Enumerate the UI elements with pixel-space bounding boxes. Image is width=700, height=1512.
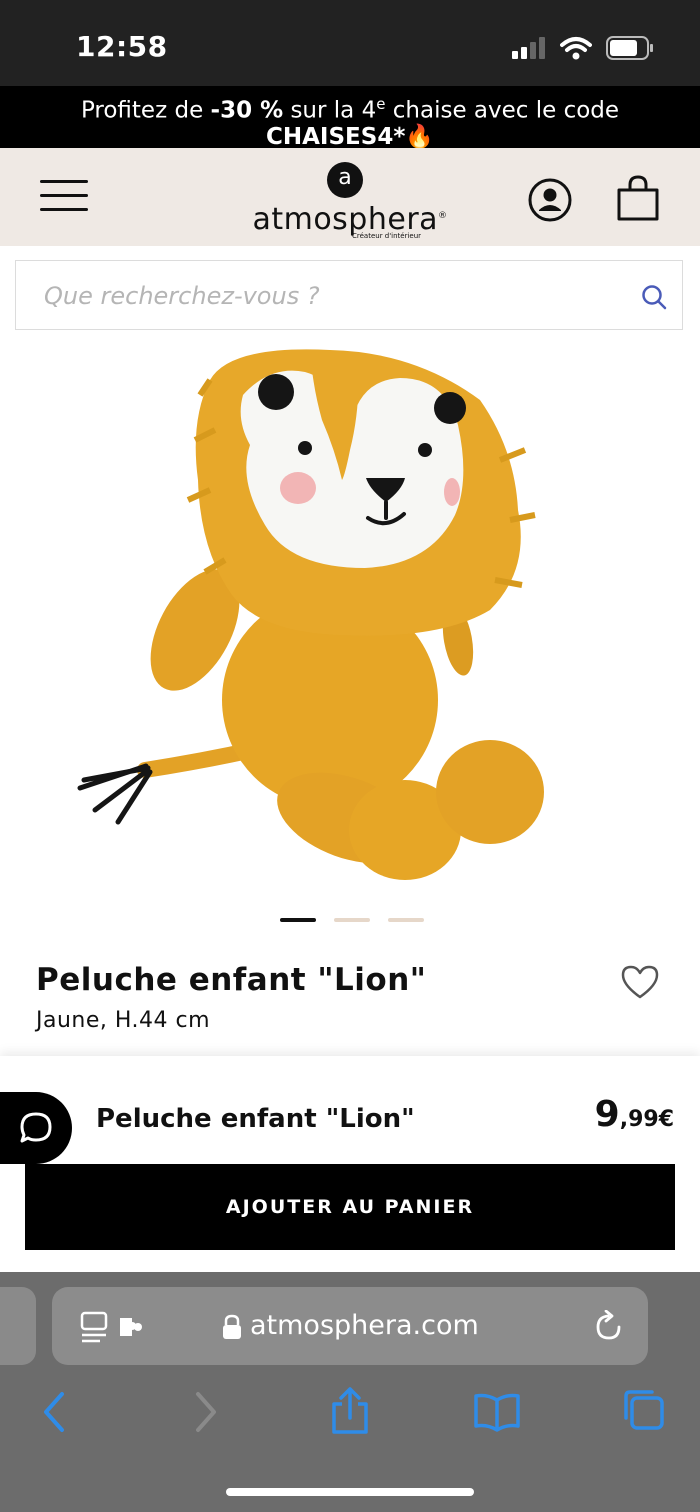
url-text[interactable]: atmosphera.com [250,1310,479,1341]
battery-icon [606,36,653,60]
promo-text-after: chaise avec le code [385,97,620,124]
menu-icon-line [40,208,88,211]
product-price: 9,99€ [595,1094,674,1135]
lock-icon [223,1314,241,1339]
promo-discount: -30 % [210,97,284,124]
logo-trademark: ® [438,211,448,221]
signal-icon [512,37,545,59]
price-decimal: ,99€ [619,1107,674,1132]
search-bar [15,260,683,331]
status-icons [512,34,654,62]
status-time: 12:58 [76,30,168,63]
account-icon[interactable] [528,178,572,222]
share-icon[interactable] [330,1386,370,1436]
home-indicator [226,1488,474,1496]
site-header: a atmosphera® Créateur d'intérieur [0,148,700,246]
promo-code: CHAISES4* [266,123,406,150]
menu-button[interactable] [40,178,88,214]
menu-icon [40,180,88,183]
search-input[interactable] [42,261,626,331]
back-icon[interactable] [38,1390,72,1434]
carousel-dot-3[interactable] [388,918,424,922]
chat-icon [20,1112,52,1143]
bookmarks-icon[interactable] [473,1392,521,1432]
shopping-bag-icon[interactable] [616,174,660,222]
carousel-dot-1[interactable] [280,918,316,922]
promo-text-middle: sur la 4 [283,97,377,124]
product-subtitle: Jaune, H.44 cm [36,1008,211,1033]
menu-icon-line [40,194,88,197]
page-settings-icon[interactable] [80,1310,150,1344]
reload-icon[interactable] [592,1310,626,1344]
wifi-icon [560,37,592,60]
forward-icon[interactable] [188,1390,222,1434]
fire-icon: 🔥 [405,123,434,150]
heart-icon[interactable] [620,964,660,1000]
previous-tab[interactable] [0,1287,36,1365]
product-image[interactable] [60,340,580,900]
sticky-product-title: Peluche enfant "Lion" [96,1104,415,1134]
price-integer: 9 [594,1094,620,1135]
logo-tagline: Créateur d'intérieur [352,232,422,240]
product-title: Peluche enfant "Lion" [36,962,427,998]
carousel-dots [280,918,430,924]
logo-icon[interactable]: a [327,162,363,198]
chat-button[interactable] [0,1092,72,1164]
promo-text-before: Profitez de [80,97,211,124]
add-to-cart-button[interactable]: AJOUTER AU PANIER [25,1164,675,1250]
logo-letter: a [338,165,352,190]
carousel-dot-2[interactable] [334,918,370,922]
promo-banner[interactable]: Profitez de -30 % sur la 4e chaise avec … [0,86,700,150]
tabs-icon[interactable] [622,1388,666,1432]
search-icon[interactable] [640,283,668,311]
